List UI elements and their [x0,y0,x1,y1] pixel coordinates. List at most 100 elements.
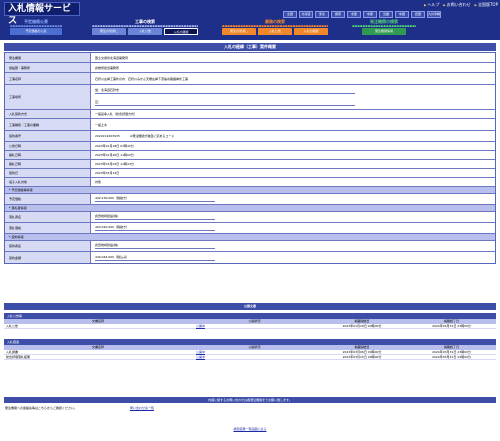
group-divider: ●●●●●●●●●●●●●●●●●●●●●●●● [10,25,62,27]
detail-label: 工事種別／工事の業種 [5,119,91,130]
detail-row: 開札日時 2023年01月26日 11時00分 [5,151,495,160]
notice-docs-table: 入札公告等 文書名称 公開状況 掲載開始日 掲載終了日 入札公告 公開中 202… [4,313,496,329]
group-divider: ●●●●●●●●●●●●●●●●●●●●●●●●●●●●● [352,25,416,27]
search-groups: 予定価格公表 ●●●●●●●●●●●●●●●●●●●●●●●● 予定価格の公表 … [0,19,500,36]
detail-value: 一般土木 [95,122,108,127]
region-tab[interactable]: 九州沖縄 [427,11,441,18]
national-top-link[interactable]: 全国版TOP [475,2,498,8]
doc-open-link[interactable]: 公開中 [196,350,205,354]
detail-section-title: 入札の経緯（工事）案件概要 [4,43,496,51]
site-header: 入札情報サービス ヘルプ お問い合わせ 全国版TOP 全国 北海道 東北 関東 … [0,0,500,40]
detail-row: 工事名称 石狩川左岸工事外の内 石狩川みかん天端左岸下流堤水路護岸外工事 [5,73,495,85]
winner-subsection-header: 落札者情報 [5,205,495,212]
case-detail-table: 発注機関 国土交通省北海道開発局 施設部・事務所 倉敷局担当事務所 工事名称 石… [4,52,496,264]
region-tab[interactable]: 全国 [283,11,297,18]
tab-construction-outlook[interactable]: 発注の見通し [92,28,126,35]
detail-row: 電子入札対象 対象 [5,178,495,187]
region-tab[interactable]: 中国 [395,11,409,18]
doc-end: 2024年03月31日 23時00分 [432,355,471,359]
detail-label: 施設部・事務所 [5,63,91,72]
contract-number: 2022212003935 [95,134,120,138]
detail-row: 施設部・事務所 倉敷局担当事務所 [5,63,495,73]
winning-price: 400,040,000（税抜き） [95,225,215,231]
tab-construction-notice[interactable]: 入札公告 [128,28,162,35]
price-subsection-header: 予定価格等情報 [5,187,495,194]
detail-label: 契約日 [5,169,91,177]
region-tab[interactable]: 関東 [331,11,345,18]
detail-value: 石狩川左岸工事外の内 石狩川みかん天端左岸下流堤水路護岸外工事 [95,76,189,81]
detail-value-multi: 旭：北海道石狩市 旦： [91,85,495,109]
back-to-results-link[interactable]: 検索結果一覧画面に戻る [233,427,266,431]
doc-name: 総合評価落札結果 [6,355,31,359]
region-tab[interactable]: 四国 [411,11,425,18]
detail-row: 予定価格 442,230,000（税抜き） [5,194,495,205]
back-link-wrap: 検索結果一覧画面に戻る [0,427,500,431]
detail-value: 倉田地崎建設(株) [91,241,495,251]
region-tab[interactable]: 近畿 [379,11,393,18]
tab-service-outlook[interactable]: 発注の見通し [222,28,256,35]
tab-agency-info[interactable]: 発注機関情報 [362,28,406,35]
doc-start: 2023年03月15日 00時00分 [342,355,382,359]
doc-end: 2024年03月31日 23時00分 [432,350,471,354]
region-tab[interactable]: 北陸 [347,11,361,18]
contact-list-link[interactable]: 問い合わせ先一覧 [130,406,154,410]
doc-row: 入札公告 公開中 2023年01月18日 00時00分 2024年03月31日 … [4,324,496,329]
group-divider: ●●●●●●●●●●●●●●●●●●●●●●●●●●●●●●●●●●●●●●●●… [222,25,328,27]
tab-price-publication[interactable]: 予定価格の公表 [10,28,62,35]
doc-row: 総合評価落札結果 公開中 2023年03月15日 00時00分 2024年03月… [4,355,496,360]
detail-row: 入札契約方式 一般競争入札（総合評価方式） [5,110,495,119]
detail-row: 落札価格 400,040,000（税抜き） [5,223,495,234]
doc-name: 入札公告 [6,324,19,328]
region-tab[interactable]: 北海道 [299,11,313,18]
agency-search-group: 発注機関の検索 ●●●●●●●●●●●●●●●●●●●●●●●●●●●●● 発注… [352,19,416,35]
help-link[interactable]: ヘルプ [424,2,439,8]
region-tab[interactable]: 中部 [363,11,377,18]
doc-start: 2023年03月06日 00時00分 [342,350,382,354]
detail-label: 落札価格 [5,223,91,233]
detail-value: 2023年01月18日 07時30分 [95,144,134,148]
tab-construction-history-active[interactable]: 入札の経緯 [164,28,198,35]
region-tab[interactable]: 東北 [315,11,329,18]
detail-row: 契約番号 2022212003935 ※発注機関が独自に定めるコード [5,131,495,142]
detail-value: 442,230,000（税抜き） [91,194,495,204]
planned-price: 442,230,000（税抜き） [95,196,215,202]
top-links: ヘルプ お問い合わせ 全国版TOP [424,2,498,8]
detail-label: 契約者名 [5,241,91,251]
tab-service-notice[interactable]: 入札公告 [258,28,292,35]
detail-value: 2023年03月03日 11時43分 [95,162,134,166]
detail-value: 2023年03月14日 [95,171,120,175]
detail-label: 開札日時 [5,151,91,159]
contact-text: 発注機関への連絡先等はこちらからご確認ください。 [5,406,78,410]
detail-label: 電子入札対象 [5,178,91,186]
detail-label: 落札者名 [5,212,91,222]
detail-label: 発注機関 [5,53,91,62]
doc-end: 2024年03月31日 23時00分 [432,324,471,328]
detail-value: 倉田地崎建設(株) [91,212,495,222]
tab-service-history[interactable]: 入札の経緯 [294,28,328,35]
detail-label: 工事名称 [5,73,91,84]
contract-amount: 440,044,000（税込み） [95,255,215,261]
contract-number-note: ※発注機関が独自に定めるコード [129,134,175,138]
detail-label: 契約番号 [5,131,91,141]
detail-row: 契約金額 440,044,000（税込み） [5,252,495,263]
doc-status-cell: 公開中 [192,350,317,354]
doc-open-link[interactable]: 公開中 [196,355,205,359]
detail-value: 2023年01月26日 11時00分 [95,153,134,157]
public-docs-title: 公開文書 [4,303,496,310]
detail-row: 契約日 2023年03月14日 [5,169,495,178]
detail-row: 開札日時 2023年03月03日 11時43分 [5,160,495,169]
contact-link[interactable]: お問い合わせ [443,2,471,8]
detail-value: 一般競争入札（総合評価方式） [95,112,138,116]
schedule-price-group: 予定価格公表 ●●●●●●●●●●●●●●●●●●●●●●●● 予定価格の公表 [10,19,62,35]
doc-open-link[interactable]: 公開中 [196,324,205,328]
site-logo[interactable]: 入札情報サービス [4,2,80,26]
detail-label: 契約金額 [5,252,91,263]
contractor-name: 倉田地崎建設(株) [95,243,215,249]
detail-row: 落札者名 倉田地崎建設(株) [5,212,495,223]
group-divider: ●●●●●●●●●●●●●●●●●●●●●●●●●●●●●●●●●●●●●●●●… [92,25,198,27]
detail-value: 国土交通省北海道開発局 [95,55,129,60]
detail-row: 工事種別／工事の業種 一般土木 [5,119,495,131]
location-line: 旦： [95,100,355,106]
contact-banner: 内容に関するお問い合わせは各発注機関までお願い致します。 [4,397,496,403]
doc-name: 入札調書 [6,350,19,354]
